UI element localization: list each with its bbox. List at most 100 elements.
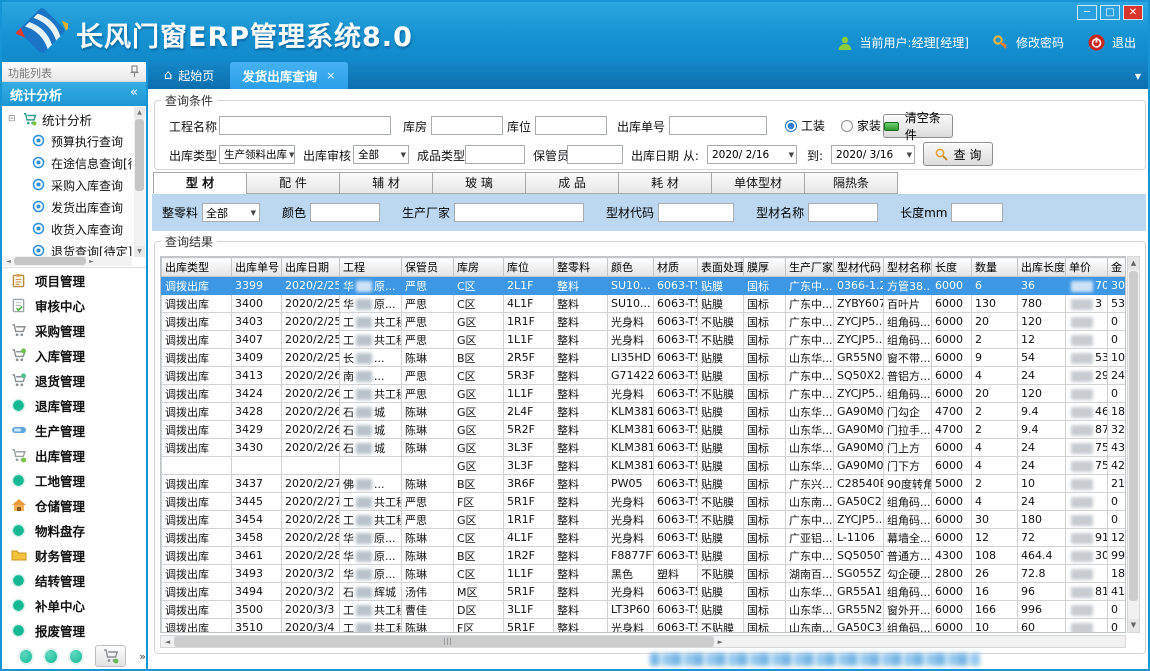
column-header[interactable]: 整零料 (554, 258, 608, 277)
sidebar-item[interactable]: 物料盘存 (2, 518, 146, 543)
material-tab[interactable]: 辅 材 (339, 172, 433, 194)
product-type-input[interactable] (465, 145, 525, 164)
location-input[interactable] (535, 116, 607, 135)
table-row[interactable]: 调拨出库34942020/3/2石辉城汤伟M区5R1F整料光身料6063-T5贴… (162, 583, 1127, 601)
column-header[interactable]: 生产厂家 (786, 258, 834, 277)
warehouse-input[interactable] (431, 116, 503, 135)
keeper-input[interactable] (567, 145, 623, 164)
column-header[interactable]: 金 (1108, 258, 1127, 277)
tree-item[interactable]: 退货查询[待定] (6, 240, 132, 256)
maximize-icon[interactable]: □ (1100, 5, 1120, 20)
logout-link[interactable]: 退出 (1112, 34, 1136, 51)
sidebar-item[interactable]: 出库管理 (2, 443, 146, 468)
tab-home[interactable]: ⌂ 起始页 (148, 62, 230, 89)
table-row[interactable]: 调拨出库34932020/3/2华原...陈琳C区1L1F整料黑色塑料不贴膜国标… (162, 565, 1127, 583)
material-tab[interactable]: 玻 璃 (432, 172, 526, 194)
pin-icon[interactable] (129, 65, 140, 78)
table-row[interactable]: 调拨出库34032020/2/25工共工程严思G区1R1F整料光身料6063-T… (162, 313, 1127, 331)
minimize-icon[interactable]: ─ (1077, 5, 1097, 20)
length-input[interactable] (951, 203, 1003, 222)
material-tab[interactable]: 成 品 (525, 172, 619, 194)
scroll-down-icon[interactable]: ▼ (1128, 619, 1139, 632)
more-modules-icon[interactable]: » (139, 650, 146, 663)
tree-root[interactable]: ⊟统计分析 (6, 108, 132, 130)
table-row[interactable]: 调拨出库34292020/2/26石城陈琳G区5R2F整料KLM38176063… (162, 421, 1127, 439)
tree-item[interactable]: 在途信息查询[待 (6, 152, 132, 174)
profile-code-input[interactable] (658, 203, 734, 222)
column-header[interactable]: 出库日期 (282, 258, 340, 277)
collapse-icon[interactable]: « (130, 85, 138, 100)
results-horizontal-scrollbar[interactable]: ◄ ► (160, 635, 1126, 648)
scroll-thumb[interactable] (1129, 271, 1138, 601)
scroll-up-icon[interactable]: ▲ (1128, 257, 1139, 270)
sidebar-item[interactable]: 入库管理 (2, 343, 146, 368)
scroll-thumb[interactable] (174, 636, 714, 647)
stats-group-header[interactable]: 统计分析 « (2, 82, 146, 106)
results-vertical-scrollbar[interactable]: ▲ ▼ (1127, 256, 1140, 633)
table-row[interactable]: 调拨出库35102020/3/4工共工程陈琳F区5R1F整料光身料6063-T5… (162, 619, 1127, 634)
tab-overflow-icon[interactable]: ▼ (1135, 72, 1141, 81)
cart-module-button[interactable] (95, 645, 126, 667)
profile-name-input[interactable] (808, 203, 878, 222)
sidebar-item[interactable]: 仓储管理 (2, 493, 146, 518)
table-row[interactable]: 调拨出库34072020/2/25工共工程严思G区1L1F整料光身料6063-T… (162, 331, 1127, 349)
material-tab[interactable]: 配 件 (246, 172, 340, 194)
column-header[interactable]: 库房 (454, 258, 504, 277)
table-row[interactable]: 调拨出库34092020/2/25长...陈琳B区2R5F整料LI35HD606… (162, 349, 1127, 367)
material-tab[interactable]: 隔热条 (804, 172, 898, 194)
scroll-left-icon[interactable]: ◄ (3, 258, 14, 265)
sidebar-item[interactable]: 工地管理 (2, 468, 146, 493)
table-row[interactable]: 调拨出库34002020/2/25华原...严思C区4L1F整料SU10...6… (162, 295, 1127, 313)
scroll-right-icon[interactable]: ► (714, 638, 727, 646)
column-header[interactable]: 长度 (932, 258, 972, 277)
tab-shipment-query[interactable]: 发货出库查询 × (230, 62, 347, 89)
column-header[interactable]: 型材名称 (884, 258, 932, 277)
table-row[interactable]: 调拨出库34452020/2/27工共工程严思F区5R1F整料光身料6063-T… (162, 493, 1127, 511)
sidebar-item[interactable]: 退库管理 (2, 393, 146, 418)
material-tab[interactable]: 单体型材 (711, 172, 805, 194)
date-to-select[interactable]: 2020/ 3/16▼ (831, 145, 915, 164)
table-row[interactable]: 调拨出库34582020/2/28华原...陈琳C区4L1F整料光身料6063-… (162, 529, 1127, 547)
outbound-type-select[interactable]: 生产领料出库▼ (219, 145, 295, 164)
table-row[interactable]: 调拨出库34242020/2/26工共工程严思G区1L1F整料光身料6063-T… (162, 385, 1127, 403)
column-header[interactable]: 出库类型 (162, 258, 232, 277)
sidebar-item[interactable]: 生产管理 (2, 418, 146, 443)
clear-conditions-button[interactable]: 清空条件 (883, 114, 953, 138)
tree-item[interactable]: 发货出库查询 (6, 196, 132, 218)
sidebar-item[interactable]: 项目管理 (2, 268, 146, 293)
tree-item[interactable]: 收货入库查询 (6, 218, 132, 240)
module-dot-icon[interactable] (20, 650, 32, 663)
column-header[interactable]: 材质 (654, 258, 698, 277)
sidebar-item[interactable]: 财务管理 (2, 543, 146, 568)
column-header[interactable]: 保管员 (402, 258, 454, 277)
table-row[interactable]: 调拨出库34132020/2/26南...严思C区5R3F整料G71422606… (162, 367, 1127, 385)
column-header[interactable]: 膜厚 (744, 258, 786, 277)
scroll-right-icon[interactable]: ► (86, 258, 97, 265)
sidebar-item[interactable]: 补单中心 (2, 593, 146, 618)
audit-select[interactable]: 全部▼ (353, 145, 409, 164)
scroll-thumb[interactable] (14, 257, 86, 265)
tree-item[interactable]: 采购入库查询 (6, 174, 132, 196)
manufacturer-input[interactable] (454, 203, 584, 222)
tree-horizontal-scrollbar[interactable]: ◄ ► (3, 256, 132, 266)
scroll-left-icon[interactable]: ◄ (161, 638, 174, 646)
scroll-up-icon[interactable]: ▲ (134, 107, 145, 118)
tree-item[interactable]: 预算执行查询 (6, 130, 132, 152)
table-row[interactable]: G区3L3F整料KLM38176063-T5贴膜国标山东华...GA90M09.… (162, 457, 1127, 475)
table-row[interactable]: 调拨出库35002020/3/3工共工程曹佳D区3L1F整料LT3P606063… (162, 601, 1127, 619)
table-row[interactable]: 调拨出库34542020/2/28工共工程严思G区1R1F整料光身料6063-T… (162, 511, 1127, 529)
project-name-input[interactable] (219, 116, 391, 135)
column-header[interactable]: 型材代码 (834, 258, 884, 277)
radio-gongzhuang[interactable]: 工装 (785, 117, 825, 134)
material-tab[interactable]: 耗 材 (618, 172, 712, 194)
column-header[interactable]: 颜色 (608, 258, 654, 277)
table-row[interactable]: 调拨出库34282020/2/26石城陈琳G区2L4F整料KLM38176063… (162, 403, 1127, 421)
table-row[interactable]: 调拨出库34372020/2/27佛...陈琳B区3R6F整料PW056063-… (162, 475, 1127, 493)
radio-jiazhuang[interactable]: 家装 (841, 117, 881, 134)
column-header[interactable]: 单价 (1066, 258, 1108, 277)
color-input[interactable] (310, 203, 380, 222)
sidebar-item[interactable]: 结转管理 (2, 568, 146, 593)
table-row[interactable]: 调拨出库34302020/2/26石城陈琳G区3L3F整料KLM38176063… (162, 439, 1127, 457)
tree-vertical-scrollbar[interactable]: ▲ ▼ (134, 107, 145, 257)
date-from-select[interactable]: 2020/ 2/16▼ (707, 145, 797, 164)
